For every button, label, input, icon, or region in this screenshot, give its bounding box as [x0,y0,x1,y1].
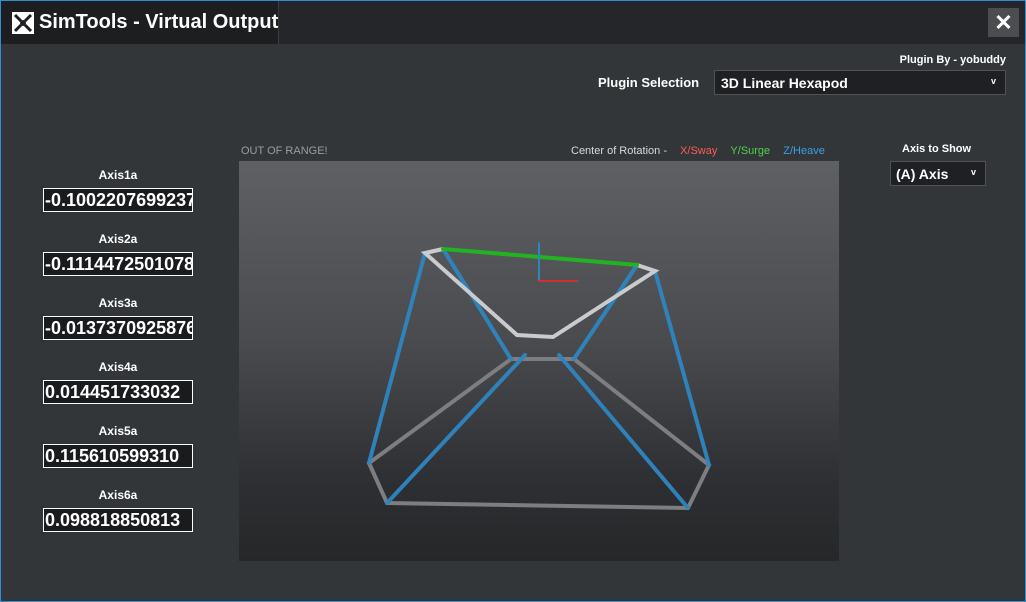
actuator-legs [367,247,711,510]
axis-value: 0.115610599310 [43,444,193,468]
axis-readout-2: Axis2a -0.11144725010786 [43,232,193,276]
title-bar: SimTools - Virtual Output ✕ [1,1,1025,44]
close-icon: ✕ [994,10,1013,35]
axis-to-show-label: Axis to Show [902,143,972,155]
axis-readout-5: Axis5a 0.115610599310 [43,424,193,468]
legend-heave: Z/Heave [783,145,825,157]
axis-value: 0.098818850813 [43,508,193,532]
plugin-selection-value: 3D Linear Hexapod [721,75,848,91]
axis-label: Axis3a [98,296,138,310]
axis-label: Axis4a [98,360,138,374]
title-tab: SimTools - Virtual Output [1,1,279,44]
range-status: OUT OF RANGE! [241,145,328,157]
simtools-logo-icon [12,12,34,34]
plugin-selection-label: Plugin Selection [598,75,700,90]
axis-readout-4: Axis4a 0.014451733032 [43,360,193,404]
axis-to-show-value: (A) Axis [896,166,949,182]
legend-sway: X/Sway [680,145,718,157]
axis-label: Axis5a [98,424,138,438]
hexapod-render [366,242,712,511]
plugin-selection-dropdown[interactable]: 3D Linear Hexapod v [714,70,1006,95]
axis-value: 0.014451733032 [43,380,193,404]
center-of-rotation-label: Center of Rotation - [571,145,667,157]
plugin-author: Plugin By - yobuddy [899,54,1006,66]
axis-readout-6: Axis6a 0.098818850813 [43,488,193,532]
chevron-down-icon: v [970,167,976,177]
window-title: SimTools - Virtual Output [39,11,279,33]
chevron-down-icon: v [990,76,996,86]
virtual-output-window: SimTools - Virtual Output ✕ Plugin By - … [0,0,1026,602]
axis-label: Axis6a [98,488,138,502]
axis-readout-3: Axis3a -0.01373709258765 [43,296,193,340]
legend-surge: Y/Surge [730,145,771,157]
axis-label: Axis2a [98,232,138,246]
close-button[interactable]: ✕ [988,8,1019,37]
axis-value: -0.01373709258765 [43,316,193,340]
3d-viewport[interactable] [239,161,839,561]
center-of-rotation-legend: Center of Rotation - X/Sway Y/Surge Z/He… [571,145,825,157]
axis-value: -0.11144725010786 [43,252,193,276]
axis-label: Axis1a [98,168,138,182]
axis-readout-1: Axis1a -0.10022076992379 [43,168,193,212]
axis-value: -0.10022076992379 [43,188,193,212]
base-frame [366,357,712,511]
axis-to-show-dropdown[interactable]: (A) Axis v [890,161,986,186]
